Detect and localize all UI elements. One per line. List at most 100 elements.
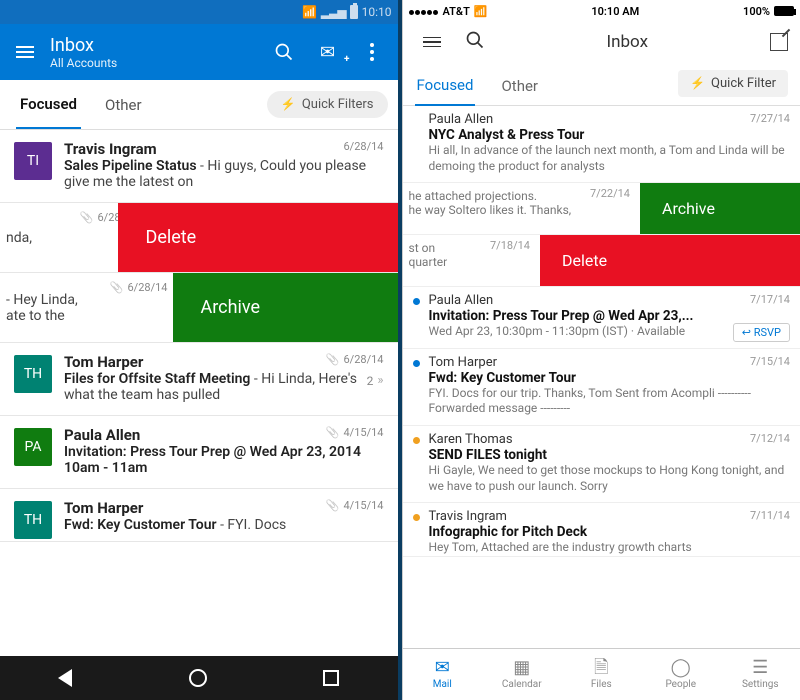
unread-dot-icon xyxy=(413,360,420,367)
unread-dot-icon xyxy=(413,298,420,305)
tab-focused[interactable]: Focused xyxy=(415,68,476,106)
app-header: Inbox xyxy=(403,22,800,62)
preview: Hi all, In advance of the launch next mo… xyxy=(429,143,791,174)
tab-other[interactable]: Other xyxy=(101,82,146,128)
swipe-delete-row[interactable]: st on quarter 7/18/14 Delete xyxy=(403,235,800,287)
list-item[interactable]: PA Paula Allen Invitation: Press Tour Pr… xyxy=(0,416,398,489)
status-time: 10:10 AM xyxy=(488,5,743,18)
carrier: AT&T xyxy=(443,5,470,18)
menu-button[interactable] xyxy=(415,29,449,56)
delete-action[interactable]: Delete xyxy=(540,235,800,286)
bolt-icon xyxy=(690,76,705,91)
overflow-menu-button[interactable] xyxy=(354,43,390,61)
preview: - FYI. Docs xyxy=(217,517,287,533)
status-time: 10:10 xyxy=(362,5,392,19)
ios-tab-bar: ✉Mail ▦Calendar 🗎Files ◯People ☰Settings xyxy=(403,648,800,700)
wifi-icon: 📶 xyxy=(302,5,317,19)
peek-text: nda, xyxy=(6,230,32,246)
archive-action[interactable]: Archive xyxy=(173,273,398,342)
subject: NYC Analyst & Press Tour xyxy=(429,127,791,143)
swipe-delete-row[interactable]: nda, 6/28/14 Delete xyxy=(0,203,398,273)
wifi-icon: 📶 xyxy=(474,5,488,18)
android-phone: 📶 10:10 Inbox All Accounts ✉+ Focused Ot… xyxy=(0,0,402,700)
message-list[interactable]: Paula Allen NYC Analyst & Press Tour Hi … xyxy=(403,106,800,648)
menu-button[interactable] xyxy=(8,38,42,66)
battery-icon xyxy=(774,6,794,16)
date: 7/18/14 xyxy=(490,239,530,252)
attachment-icon xyxy=(326,499,340,512)
list-item[interactable]: Travis Ingram Infographic for Pitch Deck… xyxy=(403,503,800,557)
tab-people[interactable]: ◯People xyxy=(641,649,721,700)
list-item[interactable]: Tom Harper Fwd: Key Customer Tour FYI. D… xyxy=(403,349,800,426)
preview: Hi Gayle, We need to get those mockups t… xyxy=(429,463,791,494)
tab-focused[interactable]: Focused xyxy=(16,81,81,129)
ios-phone: AT&T 📶 10:10 AM 100% Inbox Focused Other… xyxy=(402,0,800,700)
tab-bar: Focused Other Quick Filters xyxy=(0,80,398,130)
peek-text: - Hey Linda, ate to the xyxy=(6,292,78,324)
date: 7/11/14 xyxy=(750,509,790,522)
date: 4/15/14 xyxy=(344,426,384,439)
date: 6/28/14 xyxy=(344,353,384,366)
settings-icon: ☰ xyxy=(752,659,768,677)
back-button[interactable] xyxy=(58,669,72,687)
battery-icon xyxy=(350,5,358,19)
account-subtitle: All Accounts xyxy=(50,56,258,70)
home-button[interactable] xyxy=(189,669,207,687)
delete-action[interactable]: Delete xyxy=(118,203,398,272)
avatar: TH xyxy=(14,501,52,539)
peek-text: st on quarter xyxy=(403,235,448,286)
swipe-archive-row[interactable]: he attached projections. he way Soltero … xyxy=(403,183,800,235)
calendar-icon: ▦ xyxy=(513,659,530,677)
search-button[interactable] xyxy=(465,30,485,54)
tab-other[interactable]: Other xyxy=(499,69,540,105)
chevron-icon xyxy=(377,373,383,388)
date: 7/12/14 xyxy=(750,432,790,445)
date: 6/28/14 xyxy=(128,281,168,294)
tab-bar: Focused Other Quick Filter xyxy=(403,62,800,106)
thread-count: 2 xyxy=(367,374,374,388)
unread-dot-icon xyxy=(413,437,420,444)
sender: Travis Ingram xyxy=(64,140,384,158)
rsvp-button[interactable]: RSVP xyxy=(733,323,790,342)
recent-button[interactable] xyxy=(323,670,339,686)
tab-files[interactable]: 🗎Files xyxy=(562,649,642,700)
date: 7/22/14 xyxy=(590,187,630,200)
message-list[interactable]: TI Travis Ingram Sales Pipeline Status -… xyxy=(0,130,398,656)
list-item[interactable]: Karen Thomas SEND FILES tonight Hi Gayle… xyxy=(403,426,800,503)
list-item[interactable]: TH Tom Harper Fwd: Key Customer Tour - F… xyxy=(0,489,398,542)
android-status-bar: 📶 10:10 xyxy=(0,0,398,24)
battery-pct: 100% xyxy=(743,5,770,18)
avatar: PA xyxy=(14,428,52,466)
date: 6/28/14 xyxy=(344,140,384,153)
attachment-icon xyxy=(326,353,340,366)
sender: Paula Allen xyxy=(429,112,791,127)
date: 7/27/14 xyxy=(750,112,790,125)
list-item[interactable]: Paula Allen Invitation: Press Tour Prep … xyxy=(403,287,800,349)
subject: Fwd: Key Customer Tour xyxy=(429,370,791,386)
search-button[interactable] xyxy=(266,42,302,62)
quick-filters-button[interactable]: Quick Filters xyxy=(267,91,388,118)
compose-button[interactable]: ✉+ xyxy=(310,42,346,63)
preview: FYI. Docs for our trip. Thanks, Tom Sent… xyxy=(429,386,791,417)
page-title: Inbox xyxy=(501,32,755,52)
bolt-icon xyxy=(281,97,296,112)
signal-icon xyxy=(321,5,346,19)
list-item[interactable]: Paula Allen NYC Analyst & Press Tour Hi … xyxy=(403,106,800,183)
files-icon: 🗎 xyxy=(594,659,608,677)
list-item[interactable]: TI Travis Ingram Sales Pipeline Status -… xyxy=(0,130,398,203)
swipe-archive-row[interactable]: - Hey Linda, ate to the 6/28/14 Archive xyxy=(0,273,398,343)
tab-mail[interactable]: ✉Mail xyxy=(403,649,483,700)
compose-button[interactable] xyxy=(770,33,788,51)
tab-settings[interactable]: ☰Settings xyxy=(721,649,800,700)
quick-filter-button[interactable]: Quick Filter xyxy=(678,70,788,97)
peek-text: he attached projections. he way Soltero … xyxy=(403,183,572,234)
subject: Invitation: Press Tour Prep @ Wed Apr 23… xyxy=(64,444,361,476)
sender: Tom Harper xyxy=(429,355,791,370)
archive-action[interactable]: Archive xyxy=(640,183,800,234)
list-item[interactable]: TH Tom Harper Files for Offsite Staff Me… xyxy=(0,343,398,416)
sender: Paula Allen xyxy=(429,293,791,308)
tab-calendar[interactable]: ▦Calendar xyxy=(482,649,562,700)
signal-dots-icon xyxy=(409,5,439,18)
subject: Invitation: Press Tour Prep @ Wed Apr 23… xyxy=(429,308,791,324)
app-header: Inbox All Accounts ✉+ xyxy=(0,24,398,80)
